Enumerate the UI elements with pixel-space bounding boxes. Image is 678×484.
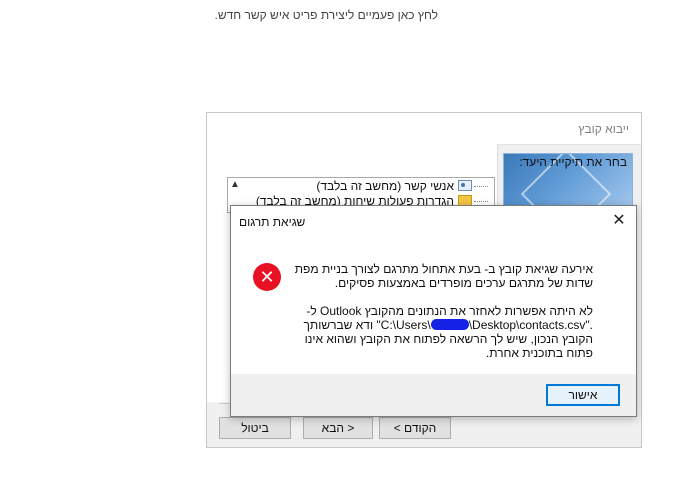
dialog-footer: אישור [231, 374, 636, 416]
contacts-icon [458, 180, 472, 191]
tree-connector [474, 201, 488, 202]
wizard-titlebar: ייבוא קובץ [207, 113, 641, 145]
error-message-intro: לא היתה אפשרות לאחזר את הנתונים מהקובץ O… [306, 304, 593, 318]
file-path-start: "C:\Users\ [376, 318, 431, 332]
redacted-username [430, 319, 469, 330]
dialog-titlebar: שגיאת תרגום ✕ [231, 206, 636, 236]
dialog-body: ✕ אירעה שגיאת קובץ ב- בעת אתחול מתרגם לצ… [231, 236, 636, 376]
tree-item-label: אנשי קשר (מחשב זה בלבד) [316, 179, 454, 193]
wizard-title: ייבוא קובץ [578, 122, 629, 136]
next-button[interactable]: הבא > [303, 417, 373, 439]
ok-button[interactable]: אישור [546, 384, 620, 406]
folder-select-label: בחר את תיקיית היעד: [519, 155, 627, 169]
back-button[interactable]: < הקודם [379, 417, 451, 439]
translation-error-dialog: שגיאת תרגום ✕ ✕ אירעה שגיאת קובץ ב- בעת … [230, 205, 637, 417]
dialog-title: שגיאת תרגום [239, 215, 306, 229]
error-icon: ✕ [253, 263, 281, 291]
error-message-line2: לא היתה אפשרות לאחזר את הנתונים מהקובץ O… [293, 304, 593, 360]
close-icon[interactable]: ✕ [608, 210, 630, 232]
file-path-end: \Desktop\contacts.csv". [468, 318, 593, 332]
cancel-button[interactable]: ביטול [219, 417, 291, 439]
scroll-up-icon[interactable]: ▲ [228, 178, 242, 192]
tree-item-contacts[interactable]: אנשי קשר (מחשב זה בלבד) [316, 179, 488, 193]
tree-connector [474, 186, 488, 187]
empty-view-hint[interactable]: לחץ כאן פעמיים ליצירת פריט איש קשר חדש. [138, 8, 439, 22]
file-path: "C:\Users\ \Desktop\contacts.csv". [376, 318, 593, 332]
error-message: אירעה שגיאת קובץ ב- בעת אתחול מתרגם לצור… [293, 262, 593, 374]
error-message-line1: אירעה שגיאת קובץ ב- בעת אתחול מתרגם לצור… [294, 262, 593, 290]
